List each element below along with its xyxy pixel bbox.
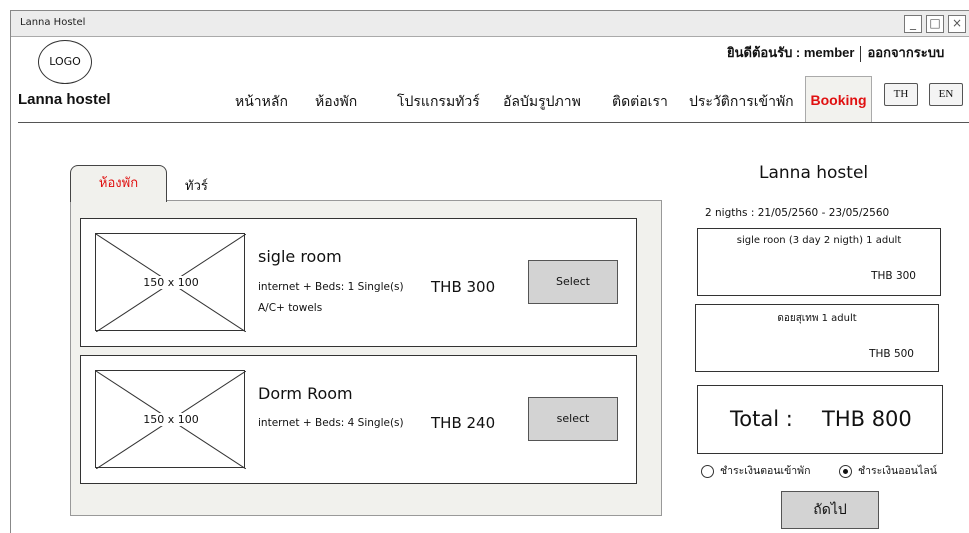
nav-tour-program[interactable]: โปรแกรมทัวร์ <box>397 91 480 113</box>
room-amenities: internet + Beds: 4 Single(s) <box>258 417 404 429</box>
room-price: THB 300 <box>431 278 496 296</box>
room-image-placeholder: 150 x 100 <box>95 370 246 469</box>
total-label: Total : <box>730 407 793 431</box>
room-amenities-extra: A/C+ towels <box>258 302 323 314</box>
payment-option-label: ชำระเงินตอนเข้าพัก <box>720 465 811 477</box>
tab-rooms[interactable]: ห้องพัก <box>70 165 167 202</box>
nav-stay-history[interactable]: ประวัติการเข้าพัก <box>689 91 794 113</box>
room-card: 150 x 100 sigle room internet + Beds: 1 … <box>80 218 637 347</box>
image-size-label: 150 x 100 <box>142 276 200 289</box>
header-divider <box>18 122 969 123</box>
room-amenities: internet + Beds: 1 Single(s) <box>258 281 404 293</box>
summary-item-label: sigle roon (3 day 2 nigth) 1 adult <box>736 235 902 246</box>
logo: LOGO <box>38 40 92 84</box>
select-room-button[interactable]: Select <box>528 260 618 304</box>
nav-rooms[interactable]: ห้องพัก <box>315 91 357 113</box>
payment-option-online[interactable]: ชำระเงินออนไลน์ <box>839 462 937 479</box>
nav-photo-album[interactable]: อัลบัมรูปภาพ <box>503 91 581 113</box>
payment-option-label: ชำระเงินออนไลน์ <box>858 465 937 477</box>
logout-link[interactable]: ออกจากระบบ <box>867 45 944 60</box>
payment-option-at-checkin[interactable]: ชำระเงินตอนเข้าพัก <box>701 462 810 479</box>
summary-title: Lanna hostel <box>759 163 869 183</box>
next-button[interactable]: ถัดไป <box>781 491 879 529</box>
maximize-icon[interactable]: □ <box>926 15 944 33</box>
nav-booking[interactable]: Booking <box>805 76 872 122</box>
room-price: THB 240 <box>431 414 496 432</box>
nav-home[interactable]: หน้าหลัก <box>235 91 288 113</box>
summary-item-label: ดอยสุเทพ 1 adult <box>777 313 857 324</box>
total-box: Total : THB 800 <box>697 385 943 454</box>
title-bar: Lanna Hostel _ □ × <box>11 11 969 37</box>
brand-name: Lanna hostel <box>18 91 111 108</box>
summary-item: ดอยสุเทพ 1 adult THB 500 <box>695 304 939 372</box>
nav-contact[interactable]: ติดต่อเรา <box>612 91 668 113</box>
image-size-label: 150 x 100 <box>142 413 200 426</box>
summary-item-price: THB 500 <box>869 348 914 360</box>
select-room-button[interactable]: select <box>528 397 618 441</box>
radio-unchecked-icon[interactable] <box>701 464 714 478</box>
room-name: Dorm Room <box>258 384 353 403</box>
radio-checked-icon[interactable] <box>839 464 852 478</box>
close-icon[interactable]: × <box>948 15 966 33</box>
welcome-bar: ยินดีต้อนรับ : member ออกจากระบบ <box>727 42 944 63</box>
divider <box>860 45 862 62</box>
summary-item-price: THB 300 <box>871 270 916 282</box>
room-name: sigle room <box>258 247 342 266</box>
lang-th-button[interactable]: TH <box>884 83 918 106</box>
minimize-icon[interactable]: _ <box>904 15 922 33</box>
welcome-text: ยินดีต้อนรับ : member <box>727 45 855 60</box>
summary-item: sigle roon (3 day 2 nigth) 1 adult THB 3… <box>697 228 941 296</box>
tab-tours[interactable]: ทัวร์ <box>185 175 208 196</box>
window-title: Lanna Hostel <box>20 17 86 28</box>
room-card: 150 x 100 Dorm Room internet + Beds: 4 S… <box>80 355 637 484</box>
total-value: THB 800 <box>822 407 912 431</box>
stay-dates: 2 nigths : 21/05/2560 - 23/05/2560 <box>705 207 890 219</box>
lang-en-button[interactable]: EN <box>929 83 963 106</box>
room-image-placeholder: 150 x 100 <box>95 233 246 332</box>
